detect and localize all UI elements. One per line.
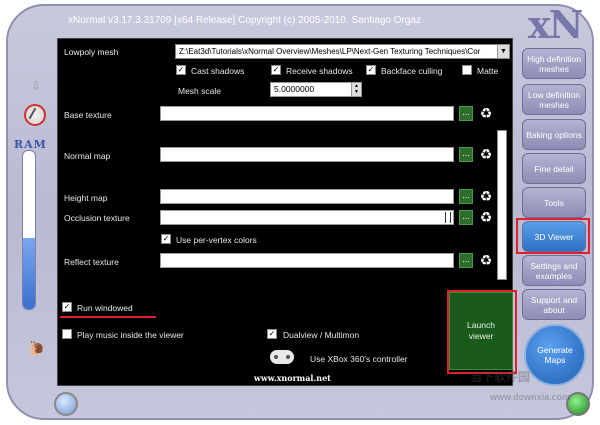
sidebar-item-settings-and-examples[interactable]: Settings and examples — [522, 255, 586, 286]
sidebar-item-support-and-about[interactable]: Support and about — [522, 289, 586, 320]
window-title: xNormal v3.17.3.31709 [x64 Release] Copy… — [68, 15, 421, 26]
spinner-arrows-icon[interactable]: ▲ ▼ — [351, 83, 361, 96]
run-windowed-label: Run windowed — [77, 303, 133, 313]
chevron-down-icon[interactable]: ▼ — [497, 45, 509, 58]
run-windowed-underline — [60, 316, 156, 318]
occlusion-texture-label: Occlusion texture — [64, 213, 130, 223]
dualview-checkbox[interactable]: ✓ — [267, 329, 277, 339]
dualview-label: Dualview / Multimon — [283, 330, 360, 340]
height-map-browse-button[interactable]: ... — [459, 189, 473, 204]
lowpoly-mesh-select[interactable]: Z:\Eat3d\Tutorials\xNormal Overview\Mesh… — [175, 44, 510, 59]
lowpoly-label: Lowpoly mesh — [64, 47, 119, 57]
generate-maps-label: Generate Maps — [537, 345, 573, 365]
normal-map-label: Normal map — [64, 151, 111, 161]
run-windowed-checkbox[interactable]: ✓ — [62, 302, 72, 312]
generate-maps-button[interactable]: Generate Maps — [524, 324, 586, 386]
stop-icon[interactable] — [24, 104, 46, 126]
base-texture-browse-button[interactable]: ... — [459, 106, 473, 121]
watermark-brand: 当下软件园 — [470, 370, 531, 384]
receive-shadows-label: Receive shadows — [286, 66, 353, 76]
ram-gauge — [22, 150, 36, 310]
sidebar-item-high-definition-meshes[interactable]: High definition meshes — [522, 48, 586, 79]
3d-viewer-highlight — [516, 218, 590, 254]
normal-map-recycle-icon[interactable]: ♻ — [478, 146, 494, 162]
base-texture-input[interactable] — [160, 106, 454, 121]
occlusion-texture-input[interactable] — [160, 210, 454, 225]
base-texture-recycle-icon[interactable]: ♻ — [478, 105, 494, 121]
height-map-input[interactable] — [160, 189, 454, 204]
backface-culling-checkbox[interactable]: ✓ — [366, 65, 376, 75]
height-map-recycle-icon[interactable]: ♻ — [478, 188, 494, 204]
launch-highlight — [447, 290, 517, 374]
height-map-label: Height map — [64, 193, 108, 203]
receive-shadows-checkbox[interactable]: ✓ — [271, 65, 281, 75]
occlusion-texture-recycle-icon[interactable]: ♻ — [478, 209, 494, 225]
text-cursor-icon — [445, 212, 451, 223]
vertical-scrollbar[interactable] — [497, 130, 507, 280]
occlusion-texture-browse-button[interactable]: ... — [459, 210, 473, 225]
reflect-texture-label: Reflect texture — [64, 257, 119, 267]
backface-culling-label: Backface culling — [381, 66, 443, 76]
app-frame: xNormal v3.17.3.31709 [x64 Release] Copy… — [0, 0, 600, 425]
gamepad-icon — [270, 350, 294, 364]
sidebar-item-low-definition-meshes[interactable]: Low definition meshes — [522, 84, 586, 115]
down-arrow-icon[interactable]: ⇩ — [30, 80, 42, 94]
normal-map-input[interactable] — [160, 147, 454, 162]
reflect-texture-recycle-icon[interactable]: ♻ — [478, 252, 494, 268]
play-music-label: Play music inside the viewer — [77, 330, 184, 340]
watermark-url: www.downxia.com — [490, 392, 571, 402]
matte-checkbox[interactable] — [462, 65, 472, 75]
normal-map-browse-button[interactable]: ... — [459, 147, 473, 162]
website-link[interactable]: www.xnormal.net — [254, 373, 331, 383]
xn-logo: xN — [528, 2, 583, 47]
cast-shadows-label: Cast shadows — [191, 66, 245, 76]
play-music-checkbox[interactable] — [62, 329, 72, 339]
lowpoly-mesh-path: Z:\Eat3d\Tutorials\xNormal Overview\Mesh… — [179, 47, 481, 56]
mesh-scale-input[interactable]: 5.0000000 ▲ ▼ — [270, 82, 362, 97]
per-vertex-colors-label: Use per-vertex colors — [176, 235, 257, 245]
cast-shadows-checkbox[interactable]: ✓ — [176, 65, 186, 75]
mesh-scale-value: 5.0000000 — [274, 84, 315, 94]
xbox-controller-label: Use XBox 360's controller — [310, 354, 408, 364]
reflect-texture-input[interactable] — [160, 253, 454, 268]
base-texture-label: Base texture — [64, 110, 112, 120]
minimize-button[interactable] — [54, 392, 78, 416]
mesh-scale-label: Mesh scale — [178, 86, 221, 96]
reflect-texture-browse-button[interactable]: ... — [459, 253, 473, 268]
snail-icon[interactable]: 🐌 — [28, 340, 50, 356]
ram-gauge-fill — [23, 237, 35, 309]
matte-label: Matte — [477, 66, 499, 76]
sidebar-item-fine-detail[interactable]: Fine detail — [522, 153, 586, 184]
sidebar-item-baking-options[interactable]: Baking options — [522, 119, 586, 150]
per-vertex-colors-checkbox[interactable]: ✓ — [161, 234, 171, 244]
sidebar-item-tools[interactable]: Tools — [522, 187, 586, 218]
